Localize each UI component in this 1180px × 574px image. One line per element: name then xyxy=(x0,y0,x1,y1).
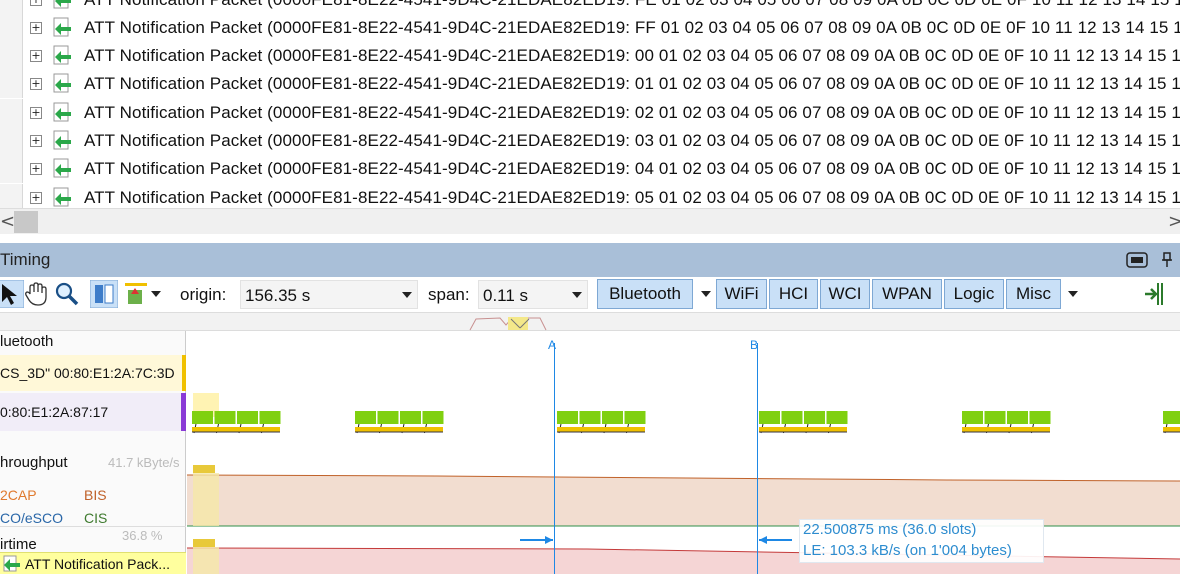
expand-icon[interactable]: + xyxy=(30,192,42,204)
time-ruler[interactable] xyxy=(0,313,1180,331)
packet-text: ATT Notification Packet (0000FE81-8E22-4… xyxy=(84,159,1180,178)
packet-row[interactable]: + ATT Notification Packet (0000FE81-8E22… xyxy=(0,155,1180,183)
measurement-rate: LE: 103.3 kB/s (on 1'004 bytes) xyxy=(803,542,1012,559)
lane-label-throughput[interactable]: hroughput xyxy=(0,454,68,471)
packet-arrow-icon xyxy=(53,45,71,65)
packet-row[interactable]: + ATT Notification Packet (0000FE81-8E22… xyxy=(0,0,1180,14)
measurement-delta: 22.500875 ms (36.0 slots) xyxy=(803,521,977,538)
origin-value: 156.35 s xyxy=(245,286,311,305)
expand-icon[interactable]: + xyxy=(30,0,42,6)
filter-wpan[interactable]: WPAN xyxy=(872,279,942,309)
filter-bluetooth[interactable]: Bluetooth xyxy=(597,279,693,309)
packet-text: ATT Notification Packet (0000FE81-8E22-4… xyxy=(84,188,1180,207)
packet-text: ATT Notification Packet (0000FE81-8E22-4… xyxy=(84,0,1180,10)
misc-dropdown[interactable] xyxy=(1063,279,1083,309)
expand-icon[interactable]: + xyxy=(30,135,42,147)
scroll-right-icon[interactable]: > xyxy=(1168,211,1180,232)
expand-icon[interactable]: + xyxy=(30,163,42,175)
device2-row[interactable]: 0:80:E1:2A:87:17 xyxy=(0,393,186,431)
overview-marker xyxy=(469,317,547,331)
lane-labels: luetooth CS_3D" 00:80:E1:2A:7C:3D 0:80:E… xyxy=(0,331,186,574)
expand-icon[interactable]: + xyxy=(30,107,42,119)
lane-label-airtime[interactable]: irtime xyxy=(0,536,37,553)
expand-icon[interactable]: + xyxy=(30,50,42,62)
packet-arrow-icon xyxy=(53,158,71,178)
span-label: span: xyxy=(428,285,470,304)
zoom-icon[interactable] xyxy=(53,280,81,308)
packet-list: + ATT Notification Packet (0000FE81-8E22… xyxy=(0,0,1180,208)
expand-icon[interactable]: + xyxy=(30,22,42,34)
packet-row[interactable]: + ATT Notification Packet (0000FE81-8E22… xyxy=(0,127,1180,155)
packet-row[interactable]: + ATT Notification Packet (0000FE81-8E22… xyxy=(0,14,1180,42)
horizontal-scrollbar[interactable]: < > xyxy=(0,208,1180,234)
filter-hci[interactable]: HCI xyxy=(769,279,818,309)
device1-row[interactable]: CS_3D" 00:80:E1:2A:7C:3D xyxy=(0,355,186,391)
packet-text: ATT Notification Packet (0000FE81-8E22-4… xyxy=(84,46,1180,65)
span-combo[interactable]: 0.11 s xyxy=(478,280,588,309)
lane-label-device2: 0:80:E1:2A:87:17 xyxy=(0,404,109,420)
bottom-tag-text: ATT Notification Pack... xyxy=(25,556,170,572)
origin-combo[interactable]: 156.35 s xyxy=(240,280,418,309)
timing-title-bar: Timing xyxy=(0,243,1180,277)
scroll-thumb[interactable] xyxy=(14,211,38,233)
filter-misc[interactable]: Misc xyxy=(1006,279,1061,309)
packet-arrow-icon xyxy=(3,555,20,572)
throughput-scale: 41.7 kByte/s xyxy=(108,455,180,470)
origin-label: origin: xyxy=(180,285,227,304)
legend-sco[interactable]: CO/eSCO xyxy=(0,510,63,526)
packet-row[interactable]: + ATT Notification Packet (0000FE81-8E22… xyxy=(0,70,1180,98)
lane-label-device1: CS_3D" 00:80:E1:2A:7C:3D xyxy=(0,365,175,381)
packet-row[interactable]: + ATT Notification Packet (0000FE81-8E22… xyxy=(0,42,1180,70)
packet-text: ATT Notification Packet (0000FE81-8E22-4… xyxy=(84,103,1180,122)
window-icon[interactable] xyxy=(1126,252,1148,268)
filter-wci[interactable]: WCI xyxy=(820,279,870,309)
marker-dropdown[interactable] xyxy=(146,279,166,309)
scroll-left-icon[interactable]: < xyxy=(0,211,15,232)
nav-icon[interactable] xyxy=(1142,280,1170,308)
measurement-box: 22.500875 ms (36.0 slots) LE: 103.3 kB/s… xyxy=(799,519,1044,563)
timing-title: Timing xyxy=(0,250,51,269)
expand-icon[interactable]: + xyxy=(30,78,42,90)
chevron-down-icon xyxy=(402,292,412,298)
pointer-icon[interactable] xyxy=(0,280,24,308)
packet-arrow-icon xyxy=(53,187,71,207)
timing-toolbar: origin: 156.35 s span: 0.11 s Bluetooth … xyxy=(0,277,1180,313)
packet-arrow-icon xyxy=(53,17,71,37)
legend-cis[interactable]: CIS xyxy=(84,510,107,526)
legend-l2cap[interactable]: 2CAP xyxy=(0,487,37,503)
filter-wifi[interactable]: WiFi xyxy=(716,279,767,309)
packet-arrow-icon xyxy=(53,0,71,9)
columns-icon[interactable] xyxy=(90,280,118,308)
filter-logic[interactable]: Logic xyxy=(944,279,1004,309)
pin-icon[interactable] xyxy=(1160,252,1174,268)
packet-text: ATT Notification Packet (0000FE81-8E22-4… xyxy=(84,18,1180,37)
hand-icon[interactable] xyxy=(22,280,50,308)
packet-row[interactable]: + ATT Notification Packet (0000FE81-8E22… xyxy=(0,184,1180,208)
packet-text: ATT Notification Packet (0000FE81-8E22-4… xyxy=(84,131,1180,150)
bluetooth-dropdown[interactable] xyxy=(696,279,716,309)
packet-arrow-icon xyxy=(53,73,71,93)
legend-bis[interactable]: BIS xyxy=(84,487,107,503)
airtime-scale: 36.8 % xyxy=(122,528,163,543)
packet-arrow-icon xyxy=(53,102,71,122)
packet-row[interactable]: + ATT Notification Packet (0000FE81-8E22… xyxy=(0,99,1180,127)
lane-label-bluetooth[interactable]: luetooth xyxy=(0,333,53,350)
packet-text: ATT Notification Packet (0000FE81-8E22-4… xyxy=(84,74,1180,93)
span-value: 0.11 s xyxy=(483,286,529,305)
packet-arrow-icon xyxy=(53,130,71,150)
timing-plot[interactable]: A B 22.500875 ms (36.0 slots) LE: 103.3 … xyxy=(187,331,1180,574)
chevron-down-icon xyxy=(572,292,582,298)
timing-lanes: luetooth CS_3D" 00:80:E1:2A:7C:3D 0:80:E… xyxy=(0,331,1180,574)
bottom-tag[interactable]: ATT Notification Pack... xyxy=(0,552,186,574)
